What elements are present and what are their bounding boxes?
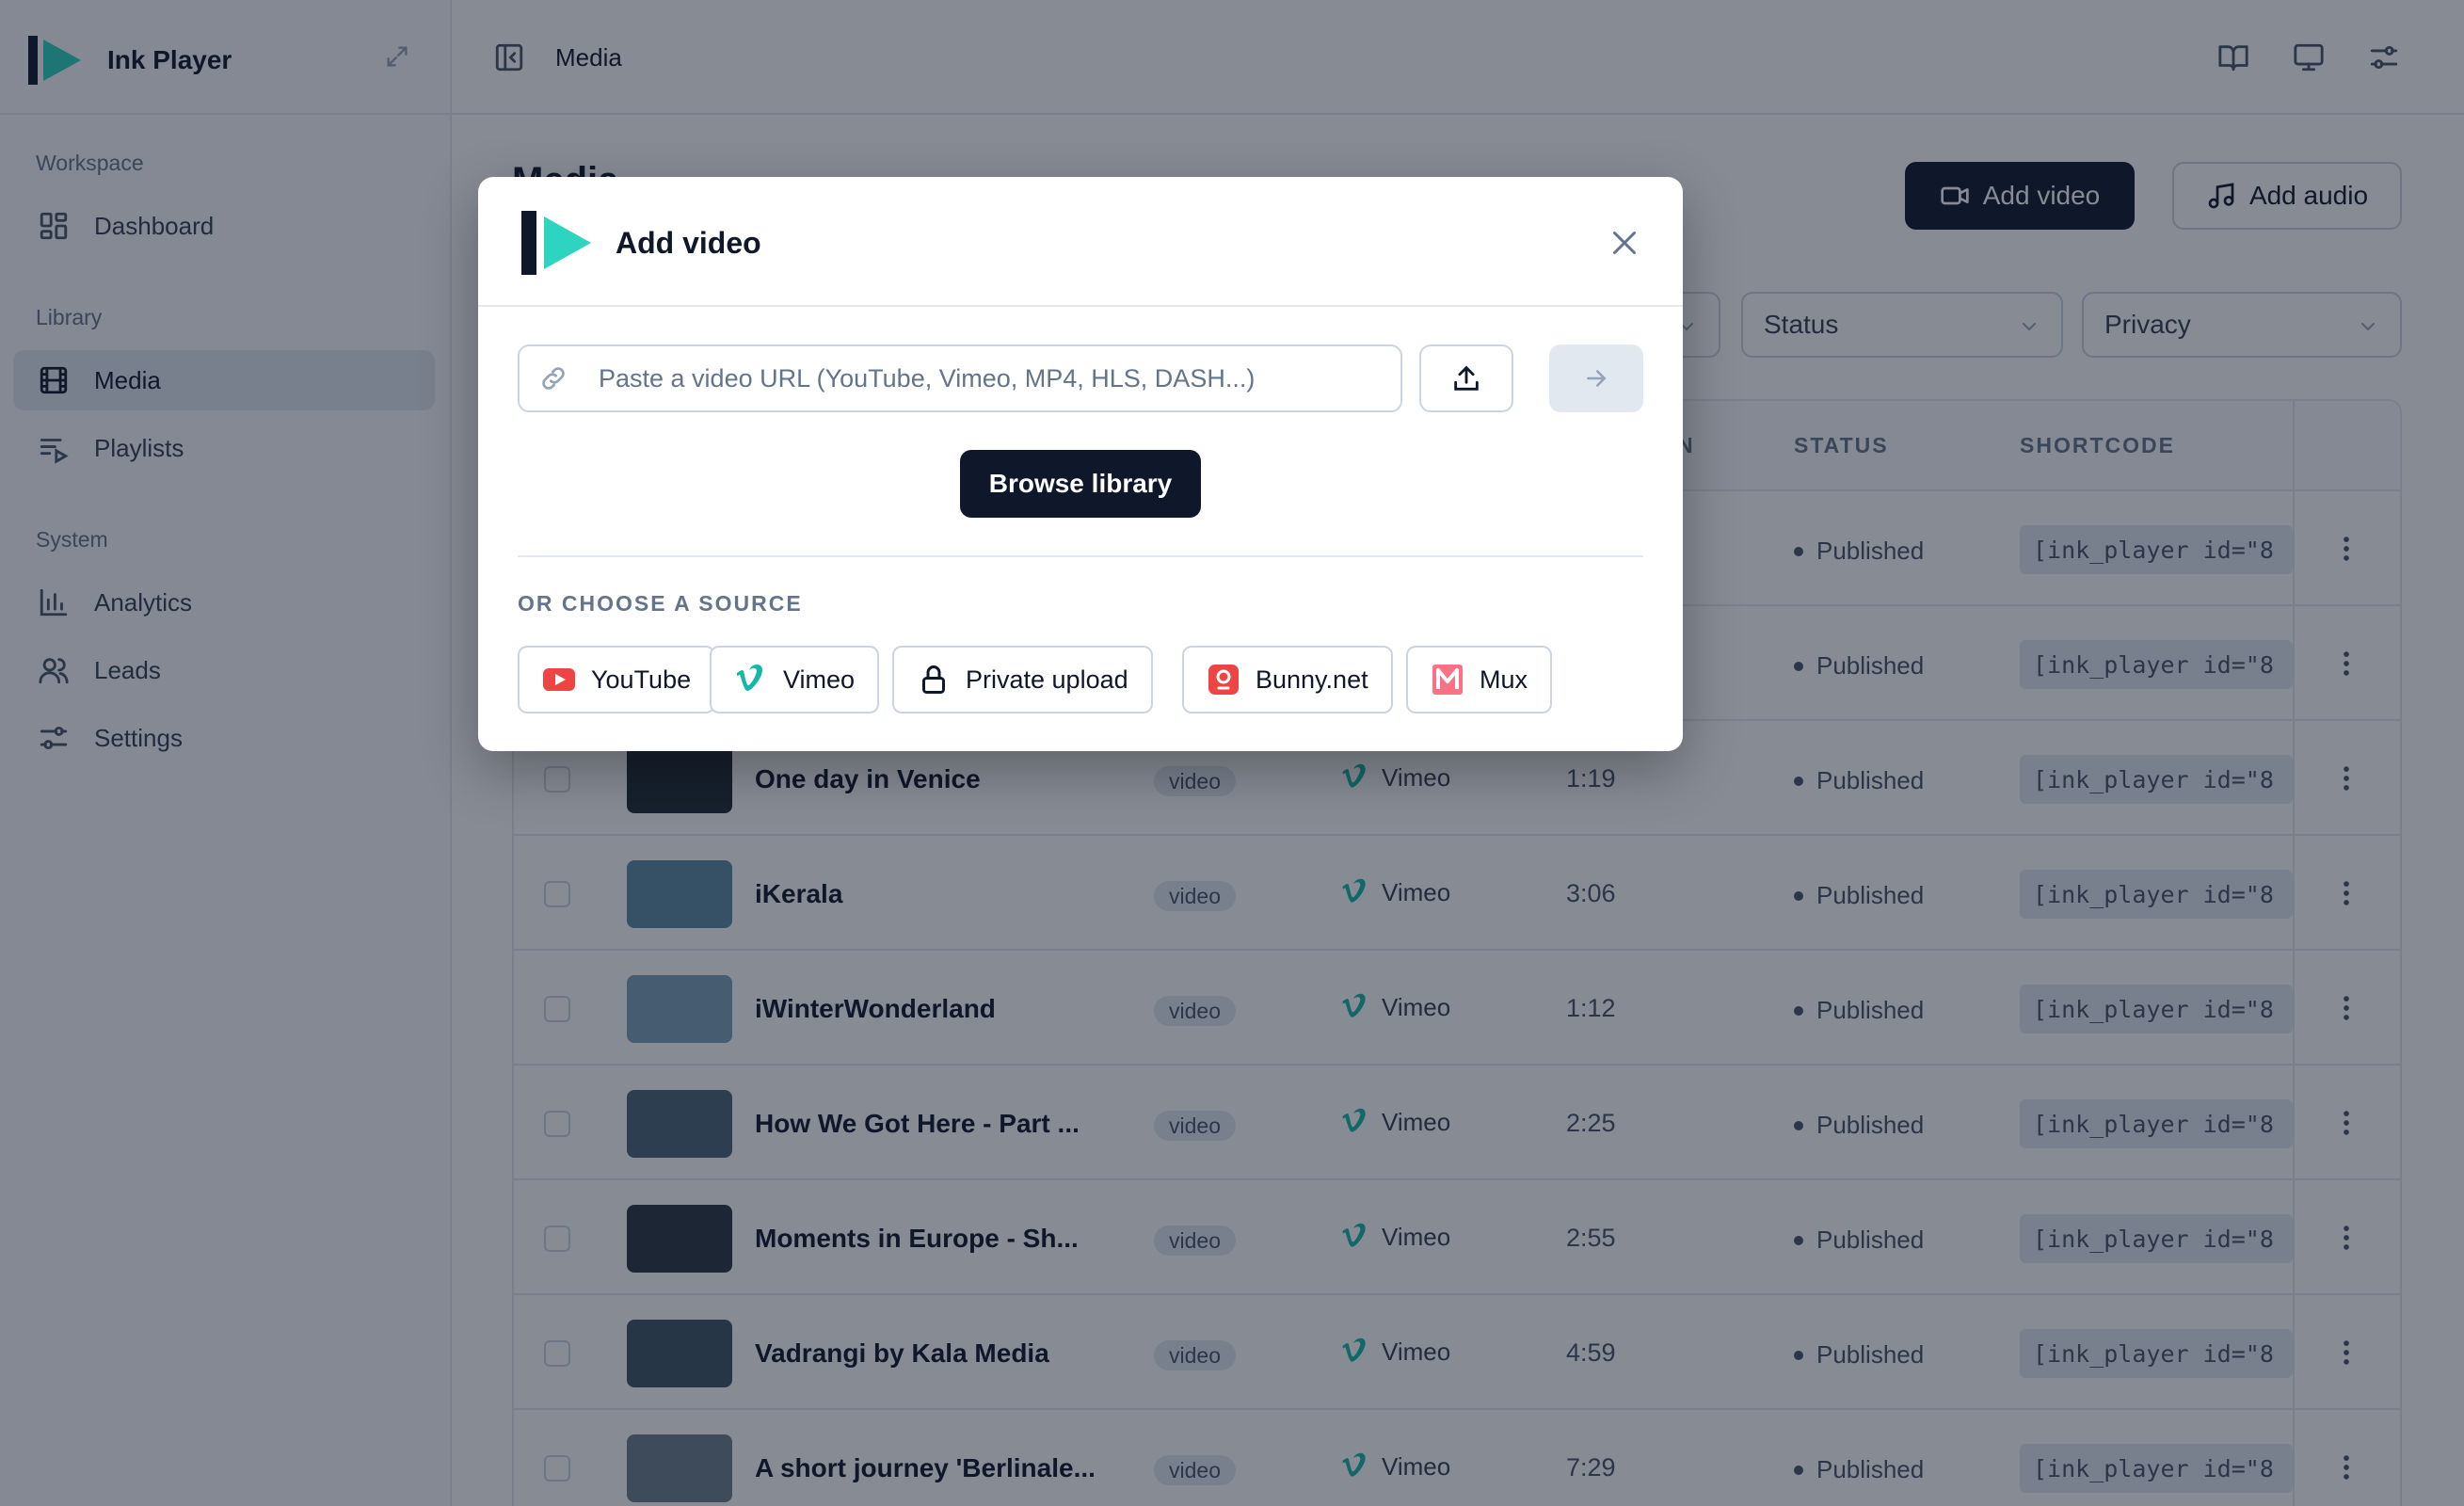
close-icon[interactable]	[1608, 226, 1641, 260]
window-edge	[2445, 0, 2464, 1506]
arrow-right-icon	[1582, 364, 1610, 393]
youtube-icon	[542, 663, 576, 697]
source-bunny-button[interactable]: Bunny.net	[1182, 646, 1393, 713]
modal-header: Add video	[478, 177, 1683, 307]
modal-divider	[518, 555, 1643, 557]
lock-icon	[917, 663, 951, 697]
submit-url-button[interactable]	[1549, 344, 1643, 412]
source-vimeo-button[interactable]: Vimeo	[710, 646, 880, 713]
vimeo-icon	[734, 663, 768, 697]
sources-heading: OR CHOOSE A SOURCE	[518, 591, 803, 616]
video-url-input[interactable]	[518, 344, 1402, 412]
add-video-modal: Add video Browse library OR CHOOSE A SOU…	[478, 177, 1683, 751]
app-root: Ink Player Workspace Dashboard Library M…	[0, 0, 2464, 1506]
source-mux-button[interactable]: Mux	[1406, 646, 1553, 713]
mux-icon	[1431, 663, 1464, 697]
source-label: Private upload	[966, 665, 1128, 694]
upload-icon	[1450, 362, 1482, 394]
upload-button[interactable]	[1419, 344, 1513, 412]
source-label: YouTube	[591, 665, 692, 694]
source-label: Bunny.net	[1256, 665, 1368, 694]
link-icon	[538, 363, 568, 393]
bunny-icon	[1207, 663, 1240, 697]
browse-library-button[interactable]: Browse library	[960, 450, 1201, 518]
source-private-upload-button[interactable]: Private upload	[892, 646, 1153, 713]
source-label: Mux	[1480, 665, 1528, 694]
modal-title: Add video	[616, 226, 761, 260]
source-label: Vimeo	[783, 665, 856, 694]
source-youtube-button[interactable]: YouTube	[518, 646, 716, 713]
ink-player-logo-icon	[521, 209, 593, 277]
